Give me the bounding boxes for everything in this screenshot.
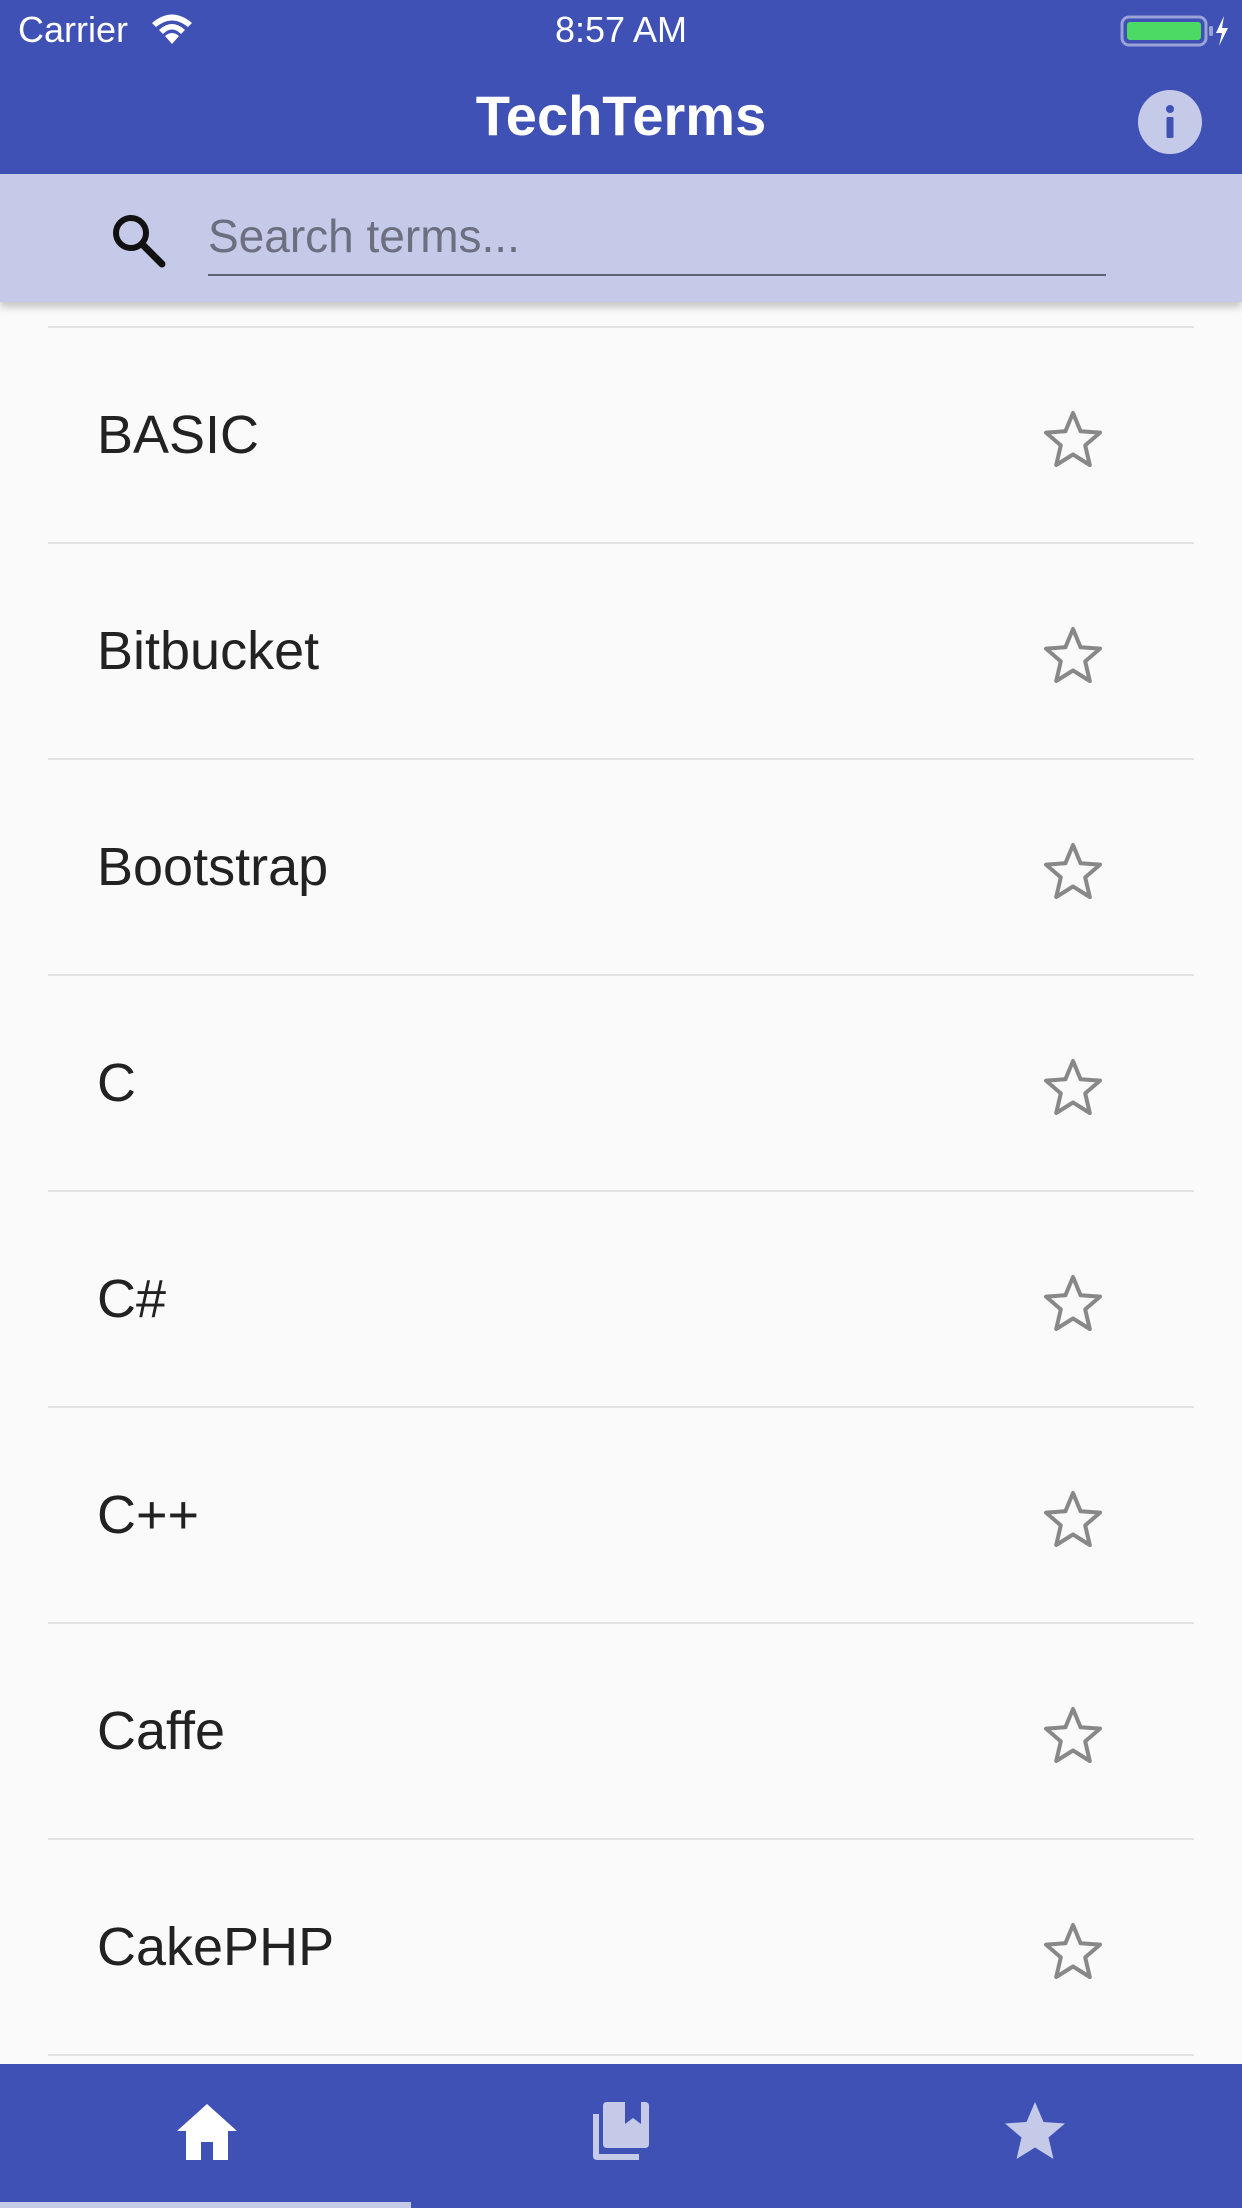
term-row[interactable]: C# xyxy=(0,1192,1242,1408)
term-label: Bitbucket xyxy=(97,621,320,681)
term-list: BASIC Bitbucket Bootstrap C C# C++ Caffe CakePH… xyxy=(0,302,1242,2064)
term-row[interactable]: Bootstrap xyxy=(0,760,1242,976)
term-row[interactable]: Bitbucket xyxy=(0,544,1242,760)
status-time: 8:57 AM xyxy=(554,9,688,50)
term-label: C xyxy=(97,1053,136,1113)
home-icon xyxy=(177,2104,237,2160)
term-label: BASIC xyxy=(97,405,260,465)
bottom-navigation xyxy=(0,2064,1242,2208)
search-bar xyxy=(0,174,1242,302)
term-label: C++ xyxy=(97,1485,200,1545)
app-title: TechTerms xyxy=(475,84,767,147)
app-header: Carrier 8:57 AM TechTerms xyxy=(0,0,1242,174)
star-icon xyxy=(1005,2102,1065,2159)
status-bar: Carrier 8:57 AM xyxy=(0,0,1242,60)
tab-library[interactable] xyxy=(414,2064,828,2208)
term-row[interactable]: C++ xyxy=(0,1408,1242,1624)
favorite-star-icon[interactable] xyxy=(1041,840,1105,904)
favorite-star-icon[interactable] xyxy=(1041,1272,1105,1336)
term-label: Caffe xyxy=(97,1701,226,1761)
term-label: Bootstrap xyxy=(97,837,329,897)
active-tab-indicator xyxy=(0,2202,411,2208)
search-input[interactable] xyxy=(208,198,1106,276)
term-row[interactable]: CakePHP xyxy=(0,1840,1242,2056)
battery-charging-icon xyxy=(1120,15,1228,47)
term-row[interactable]: Caffe xyxy=(0,1624,1242,1840)
term-label: CakePHP xyxy=(97,1917,335,1977)
favorite-star-icon[interactable] xyxy=(1041,408,1105,472)
tab-favorites[interactable] xyxy=(828,2064,1242,2208)
favorite-star-icon[interactable] xyxy=(1041,1704,1105,1768)
info-button[interactable] xyxy=(1138,90,1202,154)
favorite-star-icon[interactable] xyxy=(1041,1920,1105,1984)
tab-home[interactable] xyxy=(0,2064,414,2208)
term-row[interactable]: BASIC xyxy=(0,328,1242,544)
info-icon xyxy=(1166,105,1174,138)
favorite-star-icon[interactable] xyxy=(1041,624,1105,688)
search-icon xyxy=(113,215,166,268)
favorite-star-icon[interactable] xyxy=(1041,1056,1105,1120)
favorite-star-icon[interactable] xyxy=(1041,1488,1105,1552)
term-label: C# xyxy=(97,1269,167,1329)
term-row[interactable]: C xyxy=(0,976,1242,1192)
library-bookmark-icon xyxy=(593,2102,649,2160)
